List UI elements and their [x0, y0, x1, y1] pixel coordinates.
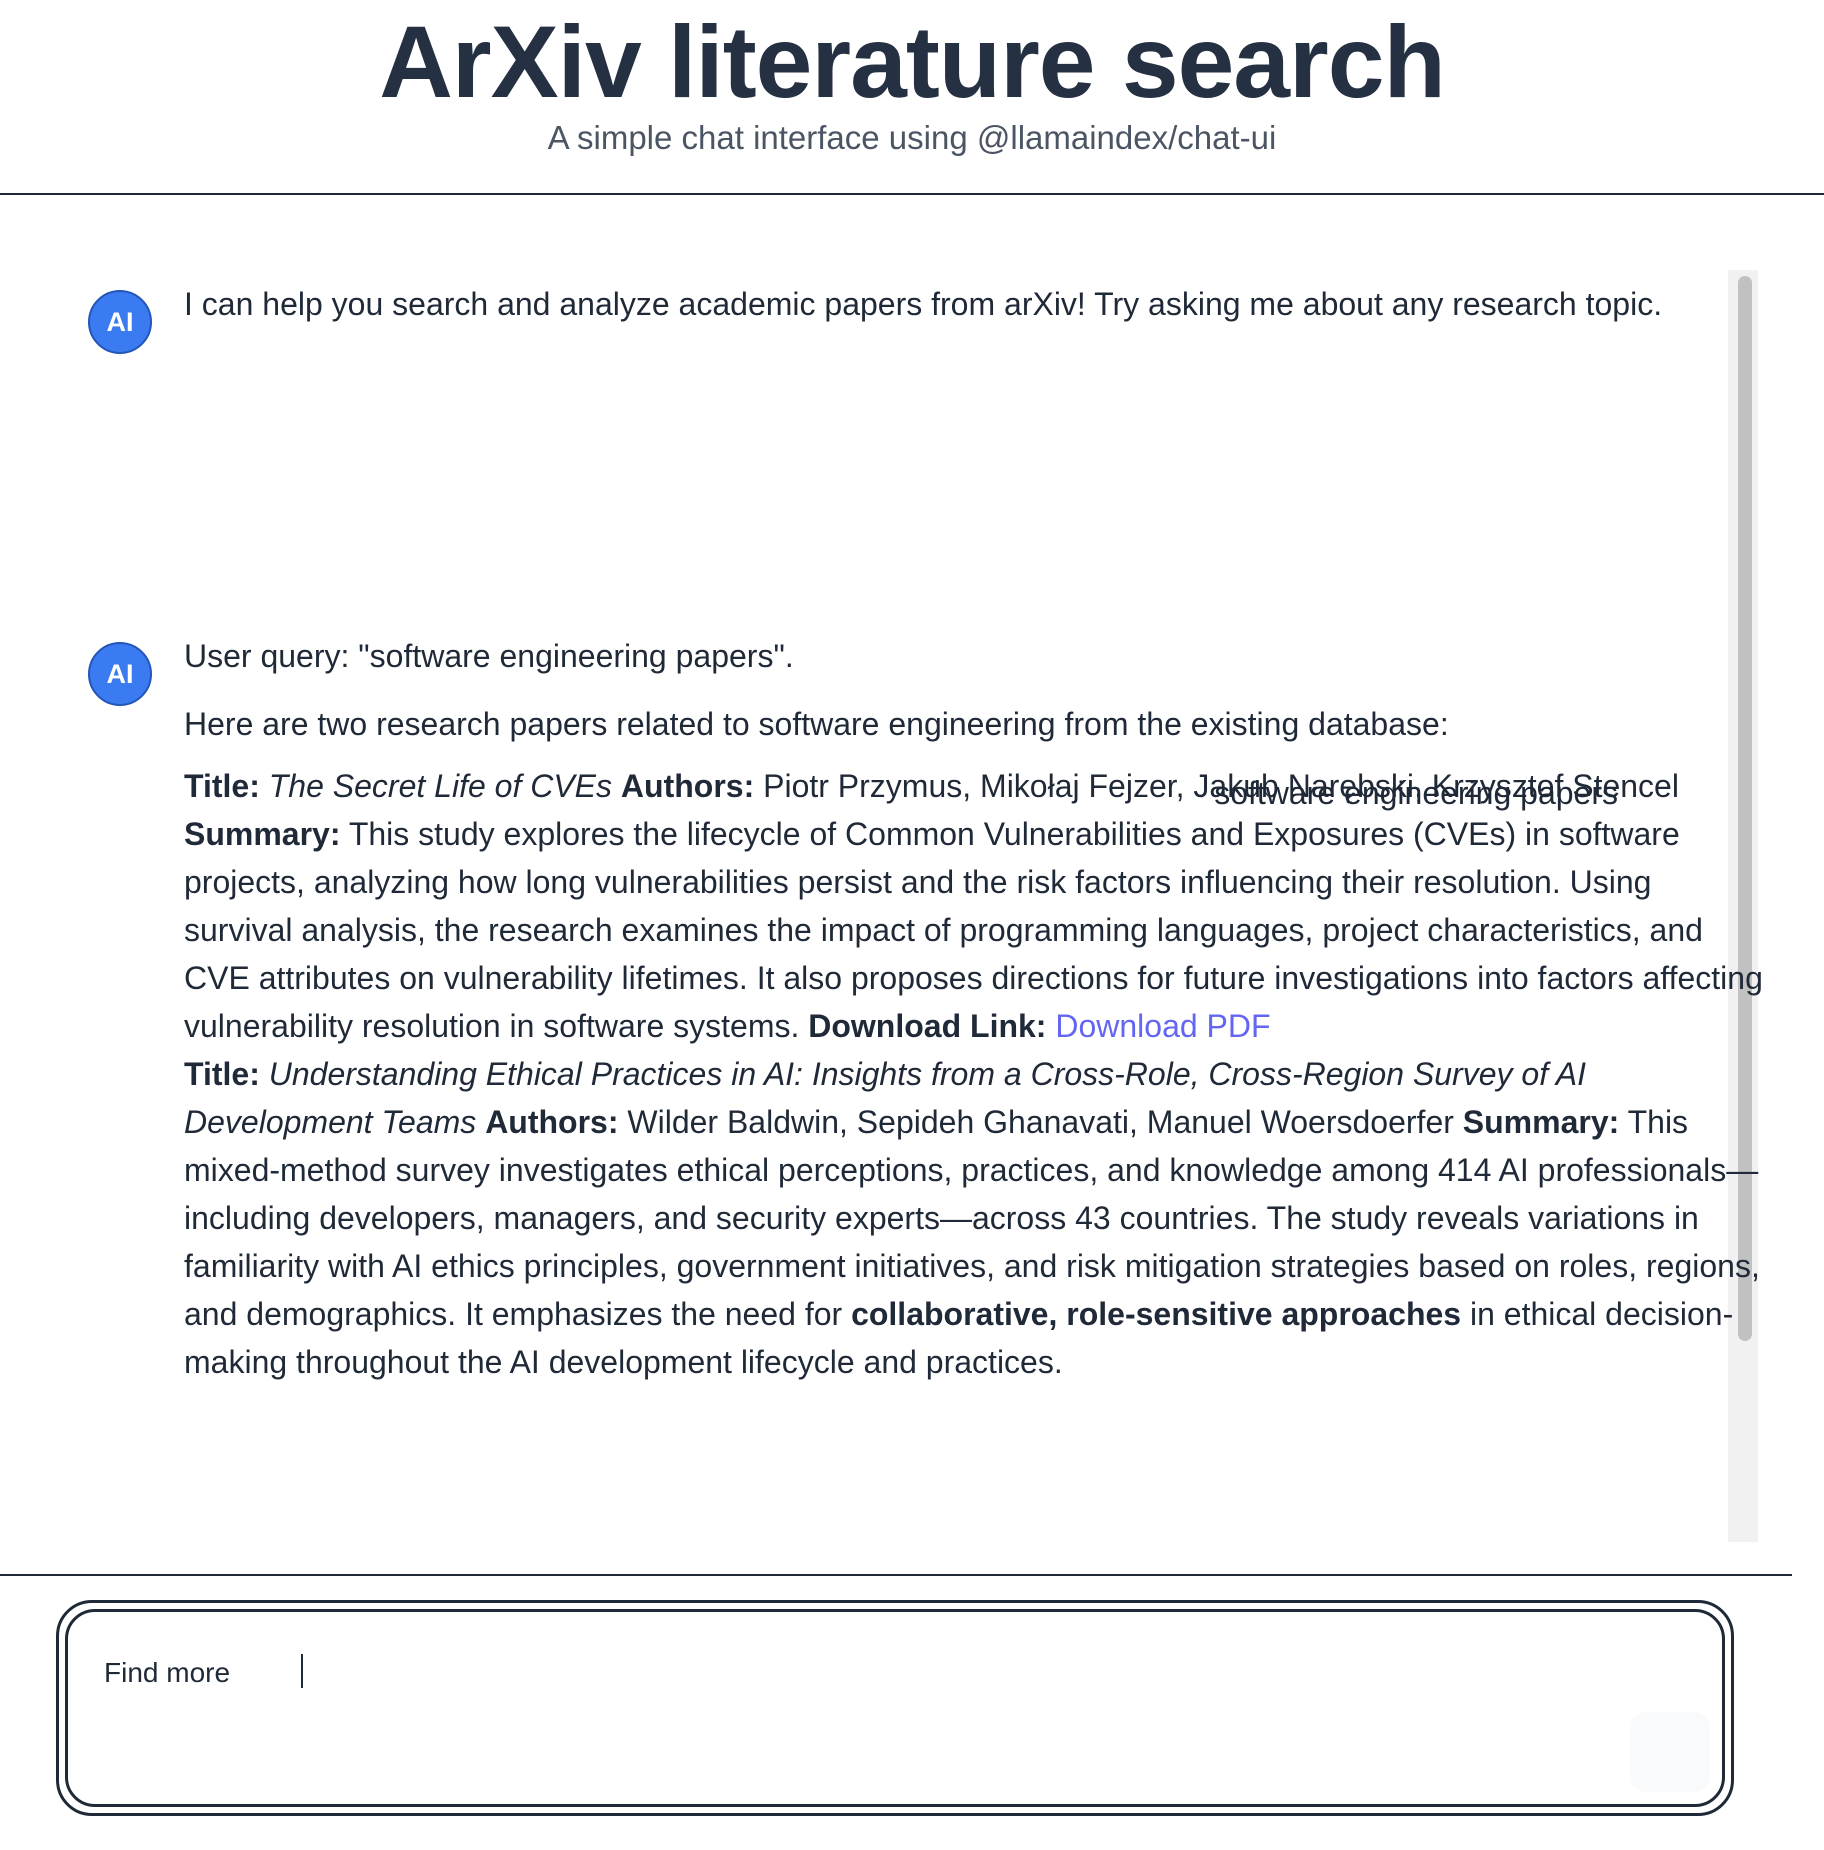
authors-label: Authors: — [485, 1104, 619, 1140]
paper-authors: Wilder Baldwin, Sepideh Ghanavati, Manue… — [627, 1104, 1454, 1140]
send-button[interactable] — [1630, 1712, 1710, 1792]
intro-text: I can help you search and analyze academ… — [184, 286, 1663, 322]
message-text: I can help you search and analyze academ… — [184, 280, 1764, 328]
download-pdf-link[interactable]: Download PDF — [1055, 1008, 1270, 1044]
chat-app: ArXiv literature search A simple chat in… — [0, 0, 1824, 1850]
ai-avatar: AI — [88, 642, 152, 706]
ai-avatar: AI — [88, 290, 152, 354]
paper-summary-emphasis: collaborative, role-sensitive approaches — [851, 1296, 1462, 1332]
summary-label: Summary: — [1462, 1104, 1620, 1140]
message-text: User query: "software engineering papers… — [184, 632, 1764, 1386]
chat-messages[interactable]: AI I can help you search and analyze aca… — [0, 195, 1792, 1542]
response-query-line: User query: "software engineering papers… — [184, 638, 794, 674]
response-intro: Here are two research papers related to … — [184, 706, 1449, 742]
composer-focus-ring — [65, 1609, 1725, 1807]
authors-label: Authors: — [620, 768, 755, 804]
page-subtitle: A simple chat interface using @llamainde… — [547, 119, 1277, 156]
paper-entry: Title: The Secret Life of CVEs Authors: … — [184, 762, 1764, 1050]
text-caret — [301, 1654, 303, 1688]
page-header: ArXiv literature search A simple chat in… — [0, 0, 1824, 195]
summary-label: Summary: — [184, 816, 341, 852]
page-title: ArXiv literature search — [379, 5, 1446, 119]
composer-divider — [0, 1574, 1792, 1576]
paper-title: The Secret Life of CVEs — [268, 768, 613, 804]
paper-authors: Piotr Przymus, Mikołaj Fejzer, Jakub Nar… — [763, 768, 1679, 804]
paper-entry: Title: Understanding Ethical Practices i… — [184, 1050, 1764, 1386]
chat-composer — [56, 1600, 1734, 1816]
download-label: Download Link: — [808, 1008, 1047, 1044]
message-input[interactable] — [102, 1642, 1606, 1704]
title-label: Title: — [184, 1056, 260, 1092]
title-label: Title: — [184, 768, 260, 804]
